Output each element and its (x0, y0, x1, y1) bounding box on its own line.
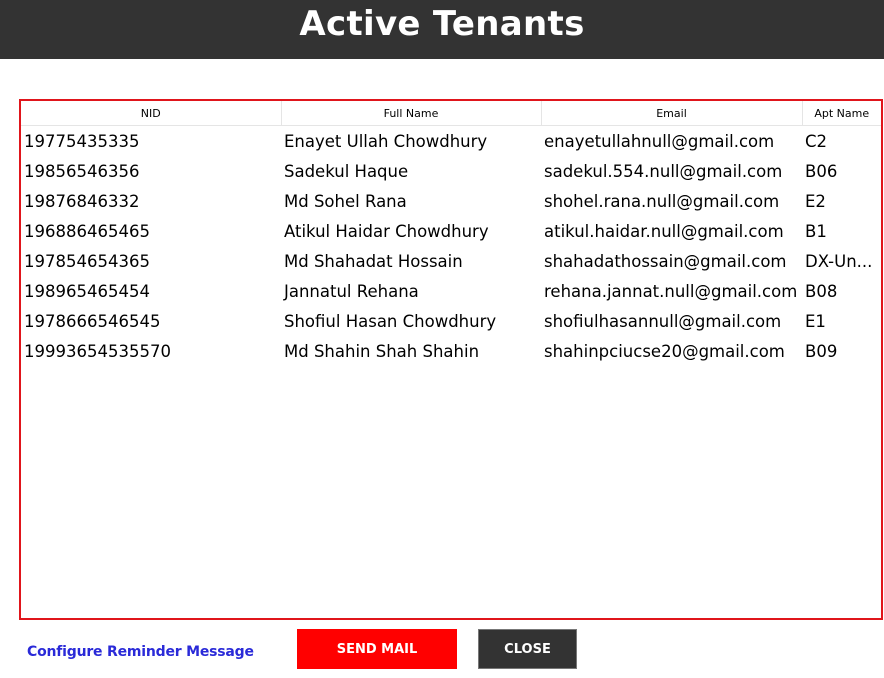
cell-apt-name: B09 (805, 341, 838, 361)
configure-reminder-link[interactable]: Configure Reminder Message (27, 644, 254, 660)
column-header-apt-name[interactable]: Apt Name (802, 101, 881, 126)
cell-apt-name: B1 (805, 221, 827, 241)
cell-full-name: Enayet Ullah Chowdhury (284, 131, 488, 151)
cell-email: enayetullahnull@gmail.com (544, 131, 775, 151)
cell-full-name: Md Sohel Rana (284, 191, 407, 211)
table-row[interactable]: 196886465465 Atikul Haidar Chowdhury ati… (21, 216, 881, 246)
cell-email: shofiulhasannull@gmail.com (544, 311, 782, 331)
cell-full-name: Atikul Haidar Chowdhury (284, 221, 489, 241)
cell-apt-name: DX-Un... (805, 251, 873, 271)
cell-email: atikul.haidar.null@gmail.com (544, 221, 784, 241)
tenants-table: NID Full Name Email Apt Name 19775435335… (21, 101, 881, 366)
cell-apt-name: B06 (805, 161, 838, 181)
cell-apt-name: E1 (805, 311, 826, 331)
close-button[interactable]: CLOSE (478, 629, 577, 669)
page-title: Active Tenants (299, 3, 585, 44)
table-row[interactable]: 19856546356 Sadekul Haque sadekul.554.nu… (21, 156, 881, 186)
cell-full-name: Md Shahin Shah Shahin (284, 341, 480, 361)
cell-email: sadekul.554.null@gmail.com (544, 161, 783, 181)
cell-email: shohel.rana.null@gmail.com (544, 191, 780, 211)
cell-full-name: Shofiul Hasan Chowdhury (284, 311, 497, 331)
cell-nid: 19993654535570 (24, 341, 171, 361)
table-row[interactable]: 198965465454 Jannatul Rehana rehana.jann… (21, 276, 881, 306)
send-mail-button[interactable]: SEND MAIL (297, 629, 457, 669)
table-header-row: NID Full Name Email Apt Name (21, 101, 881, 126)
cell-nid: 19856546356 (24, 161, 140, 181)
table-row[interactable]: 197854654365 Md Shahadat Hossain shahada… (21, 246, 881, 276)
cell-nid: 196886465465 (24, 221, 150, 241)
cell-nid: 1978666546545 (24, 311, 161, 331)
title-bar: Active Tenants (0, 0, 884, 59)
cell-nid: 19876846332 (24, 191, 140, 211)
table-row[interactable]: 1978666546545 Shofiul Hasan Chowdhury sh… (21, 306, 881, 336)
cell-email: rehana.jannat.null@gmail.com (544, 281, 798, 301)
cell-email: shahadathossain@gmail.com (544, 251, 787, 271)
tenants-table-container[interactable]: NID Full Name Email Apt Name 19775435335… (19, 99, 883, 620)
cell-full-name: Md Shahadat Hossain (284, 251, 463, 271)
cell-full-name: Jannatul Rehana (284, 281, 419, 301)
cell-full-name: Sadekul Haque (284, 161, 409, 181)
column-header-nid[interactable]: NID (21, 101, 282, 126)
table-row[interactable]: 19876846332 Md Sohel Rana shohel.rana.nu… (21, 186, 881, 216)
column-header-full-name[interactable]: Full Name (281, 101, 542, 126)
cell-nid: 19775435335 (24, 131, 140, 151)
cell-nid: 198965465454 (24, 281, 150, 301)
table-row[interactable]: 19993654535570 Md Shahin Shah Shahin sha… (21, 336, 881, 366)
cell-apt-name: B08 (805, 281, 838, 301)
cell-apt-name: E2 (805, 191, 826, 211)
cell-email: shahinpciucse20@gmail.com (544, 341, 785, 361)
column-header-email[interactable]: Email (541, 101, 803, 126)
table-row[interactable]: 19775435335 Enayet Ullah Chowdhury enaye… (21, 126, 881, 157)
cell-nid: 197854654365 (24, 251, 150, 271)
cell-apt-name: C2 (805, 131, 828, 151)
